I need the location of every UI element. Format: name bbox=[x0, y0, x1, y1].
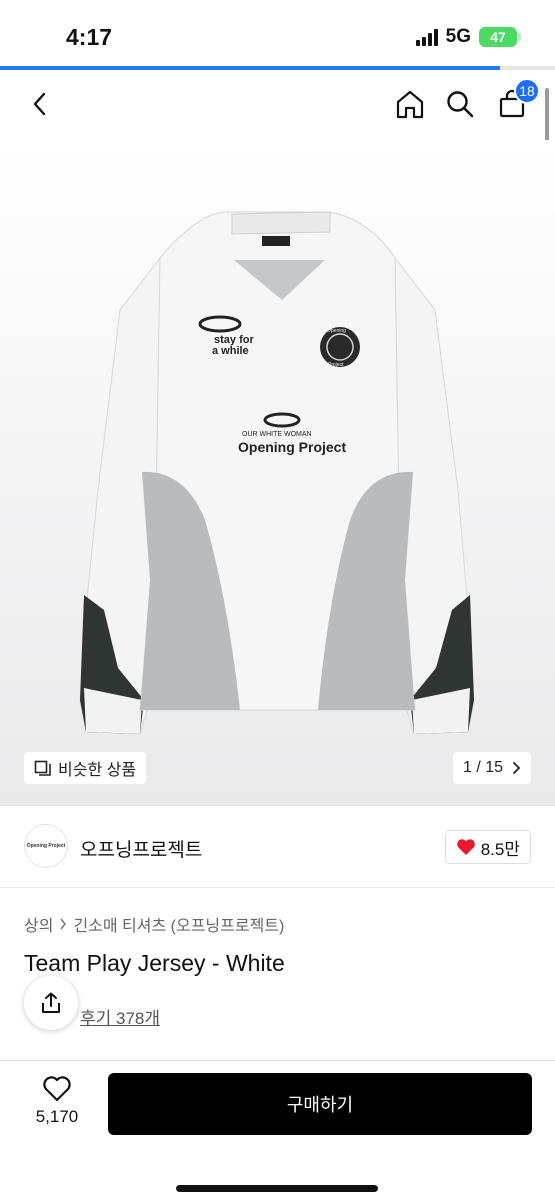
product-image: stay for a while Opening Project OUR WHI… bbox=[79, 211, 475, 735]
network-type: 5G bbox=[445, 26, 471, 47]
cart-count-badge: 18 bbox=[514, 78, 540, 104]
product-title: Team Play Jersey - White bbox=[24, 950, 285, 976]
search-icon bbox=[447, 91, 474, 118]
similar-items-button[interactable]: 비슷한 상품 bbox=[24, 752, 147, 784]
page-load-progress bbox=[0, 66, 555, 70]
brand-name[interactable]: 오프닝프로젝트 bbox=[80, 835, 202, 862]
bottom-purchase-bar: 5,170 구매하기 bbox=[0, 1060, 555, 1200]
similar-items-icon bbox=[34, 760, 51, 776]
breadcrumb-chevron-icon bbox=[60, 918, 67, 930]
brand-like-button[interactable]: 8.5만 bbox=[444, 830, 531, 864]
back-button[interactable] bbox=[20, 84, 60, 124]
home-indicator bbox=[176, 1185, 378, 1192]
status-bar: 4:17 5G 47 bbox=[0, 0, 555, 66]
battery-level: 47 bbox=[490, 29, 506, 45]
center-print: Opening Project bbox=[238, 439, 346, 455]
product-image-gallery[interactable]: stay for a while Opening Project OUR WHI… bbox=[0, 140, 555, 806]
badge-top-text: Opening bbox=[327, 328, 346, 334]
breadcrumb-subcategory[interactable]: 긴소매 티셔츠 (오프닝프로젝트) bbox=[73, 912, 284, 936]
cart-button[interactable]: 18 bbox=[492, 78, 540, 124]
brand-like-count: 8.5만 bbox=[480, 839, 520, 859]
back-arrow-icon bbox=[33, 92, 46, 116]
similar-items-label: 비슷한 상품 bbox=[58, 762, 137, 779]
buy-button[interactable]: 구매하기 bbox=[108, 1073, 532, 1135]
center-print-small: OUR WHITE WOMAN bbox=[242, 431, 312, 438]
home-button[interactable] bbox=[390, 84, 430, 124]
badge-bottom-text: Project bbox=[328, 362, 344, 368]
breadcrumb: 상의 긴소매 티셔츠 (오프닝프로젝트) bbox=[24, 912, 284, 936]
top-nav-bar: 18 bbox=[0, 72, 555, 138]
signal-icon bbox=[415, 28, 438, 46]
share-icon bbox=[42, 992, 60, 1013]
home-icon bbox=[396, 90, 424, 119]
brand-logo-text: Opening Project bbox=[26, 843, 66, 849]
page-load-progress-fill bbox=[0, 66, 500, 70]
status-time: 4:17 bbox=[66, 24, 113, 50]
image-page-indicator[interactable]: 1 / 15 bbox=[452, 752, 531, 784]
image-page-count: 1 / 15 bbox=[462, 759, 503, 776]
heart-icon bbox=[456, 839, 475, 855]
wishlist-button[interactable]: 5,170 bbox=[24, 1075, 90, 1127]
chest-slogan-line2: a while bbox=[212, 345, 249, 357]
reviews-link[interactable]: 후기 378개 bbox=[80, 1004, 160, 1029]
chevron-right-icon bbox=[513, 762, 521, 774]
status-indicators: 5G 47 bbox=[415, 26, 521, 48]
heart-outline-icon bbox=[43, 1076, 71, 1102]
brand-row: Opening Project 오프닝프로젝트 8.5만 bbox=[0, 806, 555, 888]
brand-logo[interactable]: Opening Project bbox=[24, 824, 68, 868]
wishlist-count: 5,170 bbox=[35, 1107, 79, 1126]
breadcrumb-category[interactable]: 상의 bbox=[24, 912, 53, 936]
share-button[interactable] bbox=[24, 976, 78, 1030]
battery-icon: 47 bbox=[479, 27, 521, 47]
search-button[interactable] bbox=[440, 84, 480, 124]
